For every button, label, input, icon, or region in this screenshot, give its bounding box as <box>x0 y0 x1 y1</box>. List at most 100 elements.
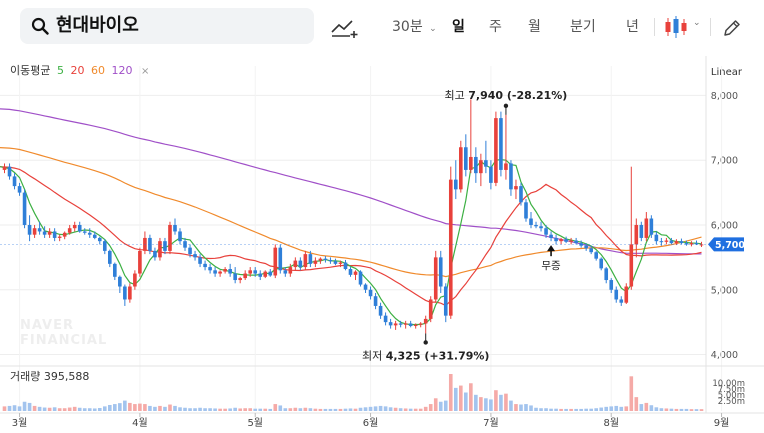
volume-bar <box>604 406 609 411</box>
candle-body <box>459 147 463 190</box>
candle-body <box>168 224 172 251</box>
volume-bar <box>353 408 358 411</box>
volume-legend: 거래량 395,588 <box>10 368 89 384</box>
volume-bar <box>338 408 343 411</box>
volume-bar <box>659 408 664 411</box>
volume-bar <box>428 404 433 411</box>
candle-body <box>413 324 418 327</box>
volume-bar <box>62 408 67 411</box>
volume-bar <box>12 405 17 411</box>
volume-bar <box>77 407 82 411</box>
volume-bar <box>288 408 293 411</box>
volume-bar <box>7 405 12 411</box>
search-query[interactable]: 현대바이오 <box>56 14 139 38</box>
price-tick-label: 4,000 <box>711 350 738 361</box>
volume-bar <box>368 406 373 411</box>
volume-bar <box>223 408 227 411</box>
candle-body <box>17 186 22 193</box>
candle-body <box>599 258 604 269</box>
candle-body <box>37 228 42 232</box>
volume-bar <box>158 405 162 411</box>
price-chart[interactable]: 4,0005,0006,0007,0008,000NAVERFINANCIAL1… <box>0 56 764 433</box>
pencil-icon[interactable] <box>722 18 742 38</box>
candle-body <box>368 289 373 297</box>
volume-bar <box>72 406 77 411</box>
volume-bar <box>118 403 122 411</box>
volume-bar <box>378 405 383 411</box>
candle-body <box>263 271 268 277</box>
tab-period-day[interactable]: 일 <box>452 14 465 40</box>
volume-bar <box>479 397 483 411</box>
volume-bar <box>133 404 137 411</box>
volume-bar <box>438 401 443 411</box>
candle-body <box>378 305 383 316</box>
volume-bar <box>669 408 674 411</box>
candle-body <box>178 231 182 242</box>
tab-period-year[interactable]: 년 <box>626 14 639 40</box>
candle-body <box>438 257 443 287</box>
candle-body <box>348 269 353 275</box>
volume-tick-label: 2.50m <box>718 397 745 407</box>
volume-bar <box>298 408 303 411</box>
candle-body <box>223 269 227 272</box>
tab-period-week[interactable]: 주 <box>489 14 502 40</box>
tab-period-month[interactable]: 월 <box>528 14 541 40</box>
interval-dropdown[interactable]: 30분 ⌄ <box>392 14 437 40</box>
candle-body <box>408 323 413 327</box>
volume-bar <box>328 408 333 411</box>
volume-bar <box>584 408 588 411</box>
candle-body <box>609 280 614 290</box>
volume-bar <box>699 409 704 411</box>
toolbar-divider <box>654 18 655 36</box>
volume-bar <box>82 408 87 411</box>
volume-bar <box>443 400 448 411</box>
candle-body <box>564 239 568 242</box>
high-marker-dot <box>503 103 509 109</box>
volume-bar <box>333 408 338 411</box>
draw-line-icon[interactable] <box>330 17 358 39</box>
candle-body <box>393 323 398 326</box>
volume-bar <box>173 405 177 411</box>
volume-bar <box>674 408 679 411</box>
volume-bar <box>574 408 578 411</box>
candle-body <box>589 248 593 253</box>
candle-body <box>448 179 453 316</box>
high-annotation: 최고 7,940 (-28.21%) <box>445 89 568 102</box>
candle-type-dropdown[interactable]: ⌄ <box>664 15 704 41</box>
volume-bar <box>388 407 393 411</box>
volume-bar <box>52 407 57 411</box>
volume-bar <box>489 399 493 411</box>
candle-body <box>514 186 518 190</box>
candle-body <box>534 224 538 227</box>
candle-body <box>22 192 27 225</box>
candle-body <box>499 118 503 170</box>
volume-bar <box>539 408 543 411</box>
chevron-down-icon: ⌄ <box>429 24 437 34</box>
volume-bar <box>57 408 62 411</box>
candle-body <box>629 244 634 287</box>
candle-body <box>644 218 649 238</box>
candle-body <box>323 258 328 260</box>
candle-body <box>27 224 32 235</box>
tab-period-quarter[interactable]: 분기 <box>570 14 596 40</box>
candle-body <box>198 257 202 264</box>
volume-bar <box>544 408 548 411</box>
volume-bar <box>534 407 538 411</box>
volume-bar <box>504 393 508 411</box>
volume-bar <box>358 407 363 411</box>
candle-body <box>138 250 142 274</box>
volume-bar <box>418 408 423 411</box>
candle-body <box>654 234 659 242</box>
search-box[interactable]: 현대바이오 <box>20 8 314 44</box>
volume-bar <box>554 408 558 411</box>
volume-bar <box>268 408 273 411</box>
volume-bar <box>198 407 202 411</box>
interval-label: 30분 <box>392 19 423 35</box>
volume-bar <box>42 407 47 411</box>
candle-body <box>208 267 212 271</box>
candle-body <box>67 228 72 233</box>
high-annotation-label: 최고 <box>445 89 469 102</box>
candle-body <box>418 323 423 325</box>
volume-bar <box>664 408 669 411</box>
candle-body <box>433 257 438 300</box>
